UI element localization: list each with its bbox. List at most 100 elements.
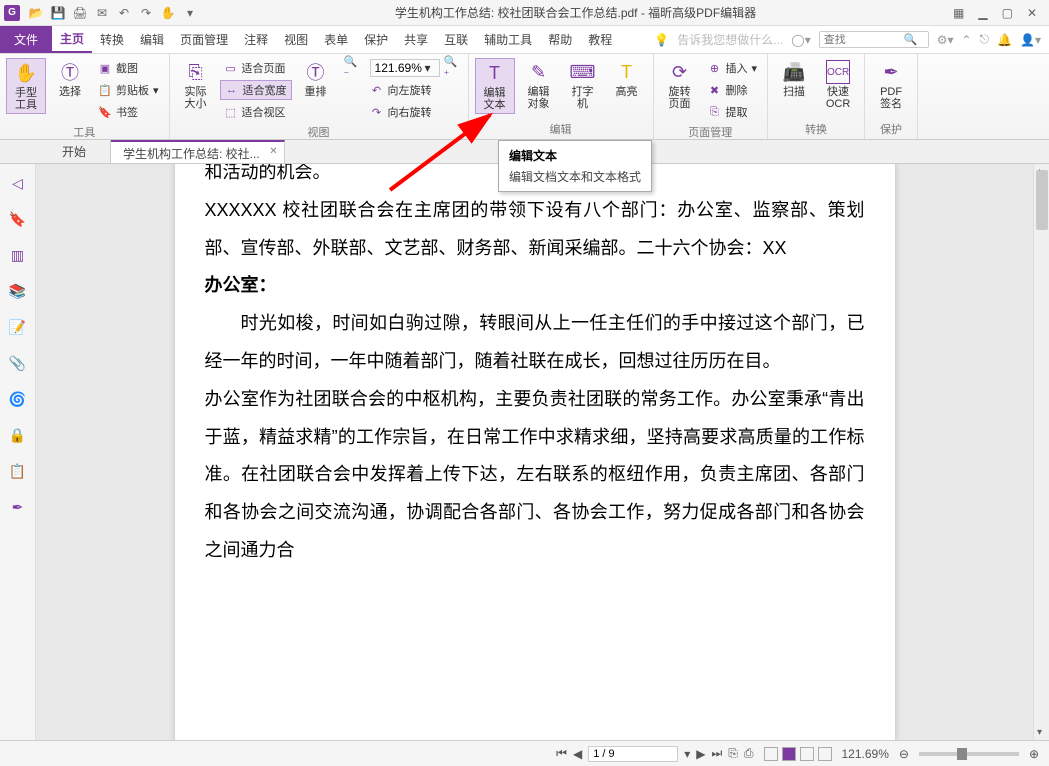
tab-tutorial[interactable]: 教程 [580,26,620,53]
next-page-icon[interactable]: ▶ [696,747,705,761]
minimize-icon[interactable]: ▁ [978,6,987,20]
sidebar-bookmark-icon[interactable]: 🔖 [9,210,27,228]
tab-comment[interactable]: 注释 [236,26,276,53]
sidebar-links-icon[interactable]: 🌀 [9,390,27,408]
sidebar-security-icon[interactable]: 🔒 [9,426,27,444]
file-menu[interactable]: 文件 [0,26,52,53]
fit-page-button[interactable]: ▭适合页面 [220,58,292,78]
tell-me-text[interactable]: 告诉我您想做什么... [677,31,783,48]
hand-quick-icon[interactable]: ✋ [160,5,176,21]
undo-icon[interactable]: ↶ [116,5,132,21]
print-icon[interactable]: 🖨 [72,5,88,21]
sidebar-forms-icon[interactable]: 📋 [9,462,27,480]
reflow-button[interactable]: Ⓣ 重排 [296,58,336,100]
scroll-thumb[interactable] [1036,170,1048,230]
tab-convert[interactable]: 转换 [92,26,132,53]
scroll-down-icon[interactable]: ▾ [1037,727,1042,738]
page-input[interactable] [588,746,678,762]
zoom-input[interactable] [375,61,425,75]
hand-tool-button[interactable]: ✋ 手型 工具 [6,58,46,114]
highlight-button[interactable]: T 高亮 [607,58,647,100]
tab-home[interactable]: 主页 [52,26,92,53]
zoom-slider[interactable] [919,752,1019,756]
close-tab-icon[interactable]: ✕ [269,146,277,157]
view-mode-2[interactable] [782,747,796,761]
dropdown-icon[interactable]: ◯▾ [791,33,810,47]
close-icon[interactable]: ✕ [1027,6,1037,20]
insert-button[interactable]: ⊕插入▾ [704,58,762,78]
account-icon[interactable]: 👤▾ [1020,33,1041,47]
zoom-value-field[interactable]: ▾ 🔍⁺ [366,58,462,78]
sidebar-arrow-icon[interactable]: ◁ [9,174,27,192]
tab-help[interactable]: 帮助 [540,26,580,53]
page-dropdown-icon[interactable]: ▾ [684,747,690,761]
tab-connect[interactable]: 互联 [436,26,476,53]
zoom-out-icon: 🔍⁻ [344,61,358,75]
current-doc-tab[interactable]: 学生机构工作总结: 校社...✕ [111,140,285,163]
view-mode-3[interactable] [800,747,814,761]
share-icon[interactable]: ⎋ [980,32,990,47]
rotate-page-icon: ⟳ [668,60,692,84]
rotate-page-button[interactable]: ⟳ 旋转 页面 [660,58,700,112]
tab-view[interactable]: 视图 [276,26,316,53]
zoom-slider-knob[interactable] [957,748,967,760]
group-edit-label: 编辑 [475,119,647,137]
rotate-left-button[interactable]: ↶向左旋转 [366,80,462,100]
layout-icon[interactable]: ▦ [953,6,964,20]
save-icon[interactable]: 💾 [50,5,66,21]
search-box[interactable]: 🔍 [819,31,929,48]
tab-accessibility[interactable]: 辅助工具 [476,26,540,53]
sidebar-comments-icon[interactable]: 📝 [9,318,27,336]
sign-button[interactable]: ✒ PDF 签名 [871,58,911,112]
tab-page-mgmt[interactable]: 页面管理 [172,26,236,53]
sidebar-pages-icon[interactable]: ▥ [9,246,27,264]
zoom-in-icon[interactable]: 🔍⁺ [444,61,458,75]
sidebar-layers-icon[interactable]: 📚 [9,282,27,300]
delete-button[interactable]: ✖删除 [704,80,762,100]
vertical-scrollbar[interactable]: ▴ ▾ [1033,164,1049,740]
prev-page-icon[interactable]: ◀ [573,747,582,761]
fit-width-button[interactable]: ↔适合宽度 [220,80,292,100]
edit-text-button[interactable]: T 编辑 文本 [475,58,515,114]
scan-button[interactable]: 📠 扫描 [774,58,814,100]
ocr-button[interactable]: OCR 快速 OCR [818,58,858,112]
rotate-left-icon: ↶ [370,83,384,97]
view-mode-1[interactable] [764,747,778,761]
qat-dropdown-icon[interactable]: ▾ [182,5,198,21]
zoom-out-status-icon[interactable]: ⊖ [899,747,909,761]
zoom-out-button[interactable]: 🔍⁻ [340,58,362,78]
zoom-in-status-icon[interactable]: ⊕ [1029,747,1039,761]
view-mode-4[interactable] [818,747,832,761]
tab-form[interactable]: 表单 [316,26,356,53]
search-input[interactable] [824,34,904,46]
clipboard-button[interactable]: 📋剪贴板▾ [94,80,163,100]
doc-text-3: 时光如梭，时间如白驹过隙，转眼间从上一任主任们的手中接过这个部门，已经一年的时间… [205,305,865,381]
email-icon[interactable]: ✉ [94,5,110,21]
bell-icon[interactable]: 🔔 [997,33,1012,47]
gear-icon[interactable]: ⚙▾ [937,33,954,47]
tab-protect[interactable]: 保护 [356,26,396,53]
page-viewport[interactable]: 和活动的机会。 XXXXXX 校社团联合会在主席团的带领下设有八个部门：办公室、… [36,164,1033,740]
scan-label: 扫描 [783,86,805,98]
actual-size-button[interactable]: ⎘ 实际 大小 [176,58,216,112]
bookmark-button[interactable]: 🔖书签 [94,102,163,122]
open-icon[interactable]: 📂 [28,5,44,21]
redo-icon[interactable]: ↷ [138,5,154,21]
sidebar-attachments-icon[interactable]: 📎 [9,354,27,372]
typewriter-button[interactable]: ⌨ 打字 机 [563,58,603,112]
select-button[interactable]: Ⓣ 选择 [50,58,90,100]
collapse-ribbon-icon[interactable]: ⌃ [962,33,972,47]
doc-text-2: XXXXXX 校社团联合会在主席团的带领下设有八个部门：办公室、监察部、策划部、… [205,192,865,268]
snapshot-button[interactable]: ▣截图 [94,58,163,78]
fit-visible-button[interactable]: ⬚适合视区 [220,102,292,122]
tab-edit[interactable]: 编辑 [132,26,172,53]
tab-share[interactable]: 共享 [396,26,436,53]
maximize-icon[interactable]: ▢ [1002,6,1013,20]
edit-object-button[interactable]: ✎ 编辑 对象 [519,58,559,112]
rotate-right-button[interactable]: ↷向右旋转 [366,102,462,122]
sidebar-stamps-icon[interactable]: ✒ [9,498,27,516]
start-tab[interactable]: 开始 [50,140,111,163]
search-icon[interactable]: 🔍 [904,33,918,46]
content-area: ◁ 🔖 ▥ 📚 📝 📎 🌀 🔒 📋 ✒ 和活动的机会。 XXXXXX 校社团联合… [0,164,1049,740]
extract-button[interactable]: ⎘提取 [704,102,762,122]
